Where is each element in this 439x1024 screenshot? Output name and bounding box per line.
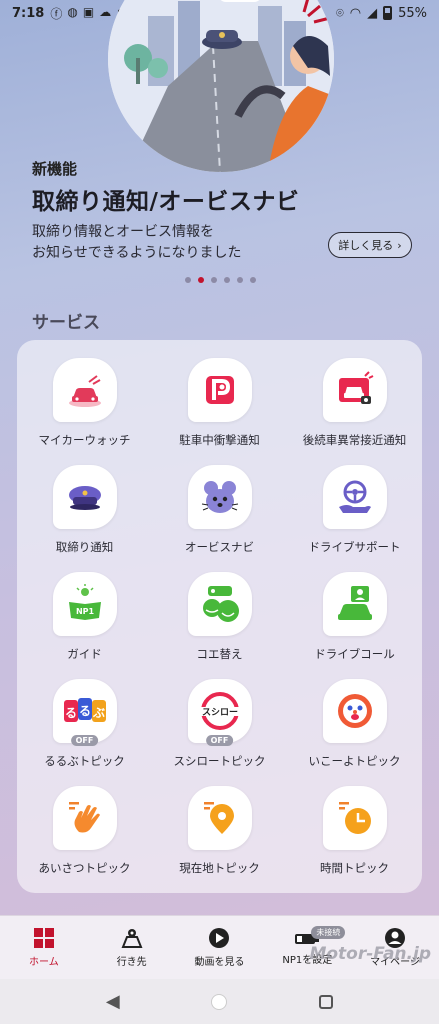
service-label: るるぶトピック (44, 754, 125, 768)
svg-text:る: る (64, 706, 76, 720)
police-cap-icon (52, 465, 117, 529)
home-grid-icon (33, 928, 54, 948)
hero-description-line2: お知らせできるようになりました (32, 245, 242, 261)
service-label: 後続車異常接近通知 (302, 433, 407, 447)
carousel-pager[interactable] (185, 277, 256, 283)
pager-dot[interactable] (211, 277, 217, 283)
service-voice-change[interactable]: コエ替え (152, 572, 287, 679)
service-parking-impact[interactable]: 駐車中衝撃通知 (152, 358, 287, 465)
service-label: 現在地トピック (179, 861, 260, 875)
pager-dot[interactable] (224, 277, 230, 283)
steering-hand-icon (322, 465, 387, 529)
hero-description-line1: 取締り情報とオービス情報を (32, 224, 214, 240)
service-guide[interactable]: NP1 ガイド (17, 572, 152, 679)
nav-label: 行き先 (116, 957, 147, 968)
facebook-icon: ⓕ (50, 6, 63, 21)
svg-text:スシロー: スシロー (201, 707, 237, 718)
drive-call-icon (322, 572, 387, 636)
service-rear-approach[interactable]: 後続車異常接近通知 (287, 358, 422, 465)
service-time-topic[interactable]: 時間トピック (287, 786, 422, 893)
services-grid: マイカーウォッチ 駐車中衝撃通知 後続車異常接近通知 取締り通知 オービスナビ (17, 358, 422, 893)
battery-icon (383, 6, 393, 20)
weather-icon: ☁ (99, 4, 112, 19)
sushiro-icon: スシロー (187, 679, 252, 743)
wave-hand-icon (52, 786, 117, 850)
service-label: ガイド (67, 647, 102, 661)
tiktok-icon: ▣ (82, 4, 95, 19)
service-location-topic[interactable]: 現在地トピック (152, 786, 287, 893)
service-orbis-navi[interactable]: オービスナビ (152, 465, 287, 572)
hero-banner[interactable]: 新機能 取締り通知/オービスナビ 取締り情報とオービス情報を お知らせできるよう… (0, 0, 439, 286)
signal-icon: ◢ (367, 5, 378, 21)
service-label: オービスナビ (185, 540, 254, 554)
hero-description: 取締り情報とオービス情報を お知らせできるようになりました (32, 222, 241, 264)
services-card: マイカーウォッチ 駐車中衝撃通知 後続車異常接近通知 取締り通知 オービスナビ (17, 340, 422, 893)
service-label: ドライブコール (314, 647, 395, 661)
nav-home[interactable]: ホーム (0, 916, 88, 979)
pager-dot[interactable] (250, 277, 256, 283)
service-label: あいさつトピック (38, 861, 131, 875)
location-icon: ⌾ (335, 5, 344, 21)
service-sushiro-topic[interactable]: スシロー OFF スシロートピック (152, 679, 287, 786)
disconnected-badge: 未接続 (311, 926, 346, 939)
service-ikoyo-topic[interactable]: いこーよトピック (287, 679, 422, 786)
home-circle-icon[interactable] (211, 993, 228, 1010)
rear-car-alert-icon (322, 358, 387, 422)
services-section-title: サービス (32, 313, 100, 333)
nav-label: ホーム (29, 957, 59, 968)
hero-badge: 新機能 (32, 160, 78, 178)
mouse-mascot-icon (187, 465, 252, 529)
off-badge: OFF (205, 735, 234, 746)
service-drive-call[interactable]: ドライブコール (287, 572, 422, 679)
voice-change-icon (187, 572, 252, 636)
pager-dot-active[interactable] (198, 277, 204, 283)
service-label: 駐車中衝撃通知 (179, 433, 260, 447)
service-label: 取締り通知 (55, 540, 114, 554)
service-label: いこーよトピック (308, 754, 401, 768)
hero-title: 取締り通知/オービスナビ (32, 189, 300, 215)
watermark: Motor-Fan.jp (309, 944, 431, 964)
more-button[interactable]: 詳しく見る › (328, 232, 412, 258)
wifi-icon: ◠ (349, 5, 362, 21)
service-label: スシロートピック (173, 754, 266, 768)
service-enforcement-notice[interactable]: 取締り通知 (17, 465, 152, 572)
line-icon: ◍ (67, 4, 78, 19)
service-greeting-topic[interactable]: あいさつトピック (17, 786, 152, 893)
guide-book-icon: NP1 (52, 572, 117, 636)
service-drive-support[interactable]: ドライブサポート (287, 465, 422, 572)
recents-icon[interactable] (319, 994, 334, 1009)
svg-text:NP1: NP1 (75, 607, 94, 616)
pager-dot[interactable] (185, 277, 191, 283)
chevron-right-icon: › (397, 238, 402, 252)
service-my-car-watch[interactable]: マイカーウォッチ (17, 358, 152, 465)
more-button-label: 詳しく見る (338, 239, 394, 252)
map-pin-icon (121, 929, 143, 948)
play-icon (209, 928, 230, 948)
hero-illustration (108, 0, 334, 172)
service-label: ドライブサポート (308, 540, 401, 554)
system-nav-bar: ◀ (0, 979, 439, 1024)
clock-icon (322, 786, 387, 850)
service-label: コエ替え (196, 647, 243, 661)
car-watch-icon (52, 358, 117, 422)
service-rurubu-topic[interactable]: るるぶ OFF るるぶトピック (17, 679, 152, 786)
service-label: 時間トピック (320, 861, 389, 875)
back-icon[interactable]: ◀ (106, 991, 120, 1012)
nav-destination[interactable]: 行き先 (88, 916, 176, 979)
svg-text:ぶ: ぶ (91, 706, 104, 720)
nav-watch-video[interactable]: 動画を見る (176, 916, 264, 979)
battery-percent: 55% (398, 5, 427, 21)
svg-text:る: る (78, 704, 90, 718)
rurubu-icon: るるぶ (52, 679, 117, 743)
location-pin-icon (187, 786, 252, 850)
ikoyo-icon (322, 679, 387, 743)
parking-camera-icon (187, 358, 252, 422)
pager-dot[interactable] (237, 277, 243, 283)
service-label: マイカーウォッチ (38, 433, 131, 447)
off-badge: OFF (70, 735, 99, 746)
status-time: 7:18 (12, 5, 45, 21)
status-left-icons: ⓕ ◍ ▣ ☁ • (50, 5, 123, 22)
nav-label: 動画を見る (194, 957, 245, 968)
